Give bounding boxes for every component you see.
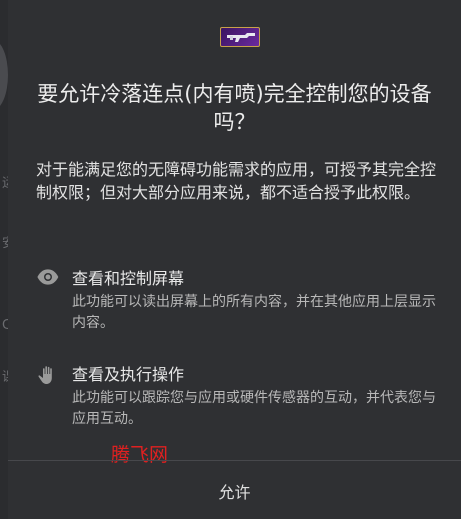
permission-title: 查看及执行操作: [72, 365, 185, 384]
background-shape: [0, 40, 8, 110]
allow-button[interactable]: 允许: [8, 462, 461, 519]
dialog-description: 对于能满足您的无障碍功能需求的应用，可授予其完全控制权限；但对大部分应用来说，都…: [36, 160, 437, 202]
dialog-title: 要允许冷落连点(内有喷)完全控制您的设备吗？: [37, 82, 432, 134]
dialog-divider: [8, 460, 461, 461]
permission-description: 此功能可以读出屏幕上的所有内容，并在其他应用上层显示内容。: [72, 294, 436, 331]
permission-view-control-screen: 查看和控制屏幕 此功能可以读出屏幕上的所有内容，并在其他应用上层显示内容。: [36, 268, 446, 338]
accessibility-permission-dialog: 要允许冷落连点(内有喷)完全控制您的设备吗？ 对于能满足您的无障碍功能需求的应用…: [8, 0, 461, 519]
rifle-game-app-icon: [220, 27, 260, 47]
permission-description: 此功能可以跟踪您与应用或硬件传感器的互动，并代表您与应用互动。: [72, 390, 436, 427]
hand-icon: [36, 364, 60, 388]
permission-view-perform-actions: 查看及执行操作 此功能可以跟踪您与应用或硬件传感器的互动，并代表您与应用互动。: [36, 364, 446, 434]
eye-icon: [36, 268, 60, 292]
permission-title: 查看和控制屏幕: [72, 269, 185, 288]
rifle-icon: [227, 33, 255, 42]
